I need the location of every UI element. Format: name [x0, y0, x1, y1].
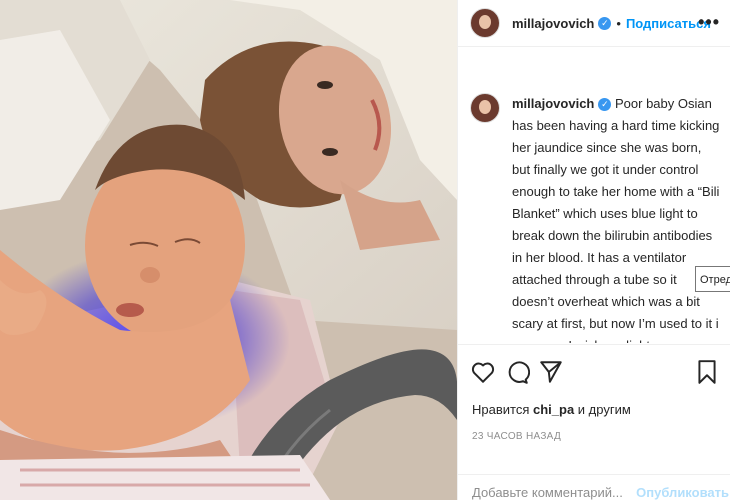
- header-username[interactable]: millajovovich: [512, 16, 594, 31]
- likes-prefix: Нравится: [472, 402, 533, 417]
- comment-icon[interactable]: [504, 359, 530, 385]
- caption-text: millajovovich ✓ Poor baby Osian has been …: [512, 93, 722, 343]
- separator-dot: •: [616, 15, 621, 31]
- post-timestamp[interactable]: 23 ЧАСОВ НАЗАД: [472, 431, 561, 442]
- likes-user[interactable]: chi_pa: [533, 402, 574, 417]
- post-sidebar: millajovovich ✓ • Подписаться ••• millaj…: [457, 0, 730, 500]
- caption-avatar[interactable]: [470, 93, 500, 123]
- heart-icon[interactable]: [470, 359, 496, 385]
- action-bar: [458, 344, 730, 401]
- more-options-icon[interactable]: •••: [698, 12, 720, 33]
- verified-icon: ✓: [598, 16, 612, 30]
- caption-username[interactable]: millajovovich: [512, 96, 594, 111]
- comment-input[interactable]: Добавьте комментарий...: [472, 485, 623, 500]
- share-icon[interactable]: [538, 359, 564, 385]
- post-header: millajovovich ✓ • Подписаться •••: [458, 0, 730, 47]
- likes-text: Нравится chi_pa и другим: [472, 402, 631, 417]
- edited-tooltip: Отредактировано: [695, 266, 730, 292]
- bookmark-icon[interactable]: [694, 359, 720, 385]
- avatar[interactable]: [470, 8, 500, 38]
- likes-suffix[interactable]: и другим: [574, 402, 631, 417]
- post-photo[interactable]: [0, 0, 457, 500]
- comment-bar: Добавьте комментарий... Опубликовать: [458, 474, 730, 501]
- caption-block: millajovovich ✓ Poor baby Osian has been …: [470, 93, 722, 343]
- caption-verified-icon: ✓: [598, 98, 612, 112]
- caption-body: Poor baby Osian has been having a hard t…: [512, 96, 720, 343]
- publish-button[interactable]: Опубликовать: [636, 485, 729, 500]
- photo-image: [0, 0, 457, 500]
